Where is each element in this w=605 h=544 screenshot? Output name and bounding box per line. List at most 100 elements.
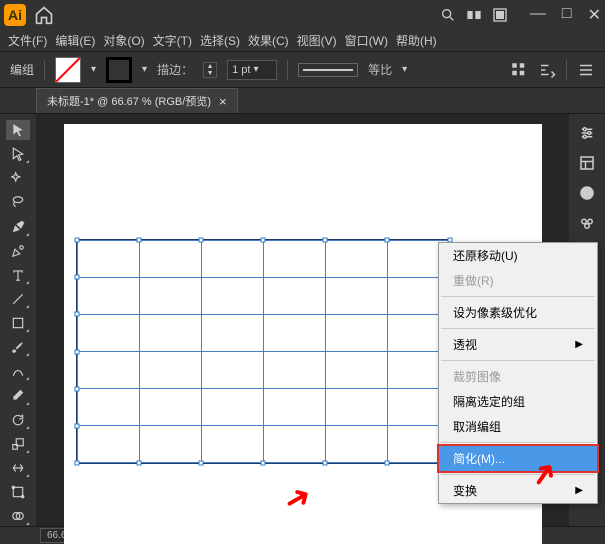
titlebar: Ai — □ ✕ — [0, 0, 605, 30]
lasso-tool[interactable] — [6, 192, 30, 212]
menu-help[interactable]: 帮助(H) — [396, 32, 437, 49]
arrange-icon[interactable] — [466, 7, 482, 23]
anchor-point[interactable] — [74, 349, 79, 354]
eraser-tool[interactable] — [6, 385, 30, 405]
context-menu-item: 重做(R) — [439, 268, 597, 293]
maximize-icon[interactable]: □ — [562, 5, 572, 25]
menu-select[interactable]: 选择(S) — [200, 32, 240, 49]
profile-preview[interactable] — [298, 63, 358, 77]
close-tab-icon[interactable]: × — [219, 94, 227, 109]
chevron-down-icon[interactable]: ▾ — [91, 64, 96, 75]
anchor-point[interactable] — [385, 461, 390, 466]
color-panel-icon[interactable] — [578, 184, 596, 202]
libraries-panel-icon[interactable] — [578, 154, 596, 172]
app-logo: Ai — [4, 4, 26, 26]
rectangle-tool[interactable] — [6, 313, 30, 333]
menu-item-label: 透视 — [453, 336, 477, 353]
menu-item-label: 取消编组 — [453, 418, 501, 435]
selection-tool[interactable] — [6, 120, 30, 140]
menu-separator — [441, 474, 595, 475]
document-tab[interactable]: 未标题-1* @ 66.67 % (RGB/预览) × — [36, 88, 238, 113]
menu-separator — [441, 442, 595, 443]
properties-panel-icon[interactable] — [578, 124, 596, 142]
direct-selection-tool[interactable] — [6, 144, 30, 164]
menu-type[interactable]: 文字(T) — [153, 32, 192, 49]
menu-object[interactable]: 对象(O) — [103, 32, 144, 49]
toolbar — [0, 114, 36, 526]
stroke-swatch[interactable] — [106, 57, 132, 83]
menu-file[interactable]: 文件(F) — [8, 32, 47, 49]
divider — [566, 60, 567, 80]
anchor-point[interactable] — [74, 275, 79, 280]
close-window-icon[interactable]: ✕ — [588, 5, 601, 25]
shape-builder-tool[interactable] — [6, 506, 30, 526]
anchor-point[interactable] — [74, 461, 79, 466]
context-menu-item[interactable]: 变换▶ — [439, 478, 597, 503]
menu-item-label: 重做(R) — [453, 272, 494, 289]
context-menu: 还原移动(U) 重做(R) 设为像素级优化透视 ▶ 裁剪图像隔离选定的组取消编组简化(M… — [438, 242, 598, 504]
anchor-point[interactable] — [74, 386, 79, 391]
context-menu-item[interactable]: 透视 ▶ — [439, 332, 597, 357]
anchor-point[interactable] — [74, 312, 79, 317]
scale-tool[interactable] — [6, 434, 30, 454]
menu-effect[interactable]: 效果(C) — [248, 32, 289, 49]
stroke-stepper[interactable]: ▲▼ — [203, 62, 217, 78]
context-menu-item[interactable]: 隔离选定的组 — [439, 389, 597, 414]
profile-label: 等比 — [368, 61, 392, 78]
menu-item-label: 简化(M)... — [453, 450, 505, 467]
context-menu-item[interactable]: 设为像素级优化 — [439, 300, 597, 325]
pen-tool[interactable] — [6, 217, 30, 237]
curvature-tool[interactable] — [6, 241, 30, 261]
type-tool[interactable] — [6, 265, 30, 285]
anchor-point[interactable] — [261, 238, 266, 243]
anchor-point[interactable] — [136, 461, 141, 466]
fill-swatch[interactable] — [55, 57, 81, 83]
context-menu-item[interactable]: 还原移动(U) — [439, 243, 597, 268]
menu-item-label: 设为像素级优化 — [453, 304, 537, 321]
anchor-point[interactable] — [74, 238, 79, 243]
anchor-point[interactable] — [74, 423, 79, 428]
selection-label: 编组 — [10, 61, 34, 78]
menu-edit[interactable]: 编辑(E) — [55, 32, 95, 49]
anchor-point[interactable] — [198, 238, 203, 243]
stroke-value-field[interactable]: 1 pt ▾ — [227, 60, 277, 80]
list-icon[interactable] — [577, 61, 595, 79]
anchor-point[interactable] — [323, 461, 328, 466]
paintbrush-tool[interactable] — [6, 337, 30, 357]
chevron-down-icon[interactable]: ▾ — [142, 64, 147, 75]
width-tool[interactable] — [6, 458, 30, 478]
shaper-tool[interactable] — [6, 361, 30, 381]
divider — [44, 60, 45, 80]
menu-view[interactable]: 视图(V) — [297, 32, 337, 49]
free-transform-tool[interactable] — [6, 482, 30, 502]
annotation-arrow-icon: ➜ — [276, 475, 318, 521]
align-icon[interactable] — [510, 61, 528, 79]
line-tool[interactable] — [6, 289, 30, 309]
selected-grid-object[interactable] — [76, 239, 451, 464]
home-icon[interactable] — [34, 5, 54, 25]
anchor-point[interactable] — [385, 238, 390, 243]
workspace-icon[interactable] — [492, 7, 508, 23]
search-icon[interactable] — [440, 7, 456, 23]
menu-item-label: 裁剪图像 — [453, 368, 501, 385]
magic-wand-tool[interactable] — [6, 168, 30, 188]
menu-item-label: 隔离选定的组 — [453, 393, 525, 410]
menu-separator — [441, 328, 595, 329]
stroke-label: 描边： — [157, 61, 193, 78]
menu-window[interactable]: 窗口(W) — [345, 32, 388, 49]
chevron-down-icon[interactable]: ▾ — [402, 64, 407, 75]
anchor-point[interactable] — [261, 461, 266, 466]
context-menu-item[interactable]: 简化(M)... — [439, 446, 597, 471]
swatches-panel-icon[interactable] — [578, 214, 596, 232]
anchor-point[interactable] — [136, 238, 141, 243]
minimize-icon[interactable]: — — [530, 5, 546, 25]
submenu-arrow-icon: ▶ — [575, 339, 583, 350]
transform-icon[interactable] — [538, 61, 556, 79]
context-menu-item: 裁剪图像 — [439, 364, 597, 389]
context-menu-item[interactable]: 取消编组 — [439, 414, 597, 439]
rotate-tool[interactable] — [6, 410, 30, 430]
menubar: 文件(F) 编辑(E) 对象(O) 文字(T) 选择(S) 效果(C) 视图(V… — [0, 30, 605, 52]
optionbar: 编组 ▾ ▾ 描边： ▲▼ 1 pt ▾ 等比 ▾ — [0, 52, 605, 88]
anchor-point[interactable] — [198, 461, 203, 466]
anchor-point[interactable] — [323, 238, 328, 243]
